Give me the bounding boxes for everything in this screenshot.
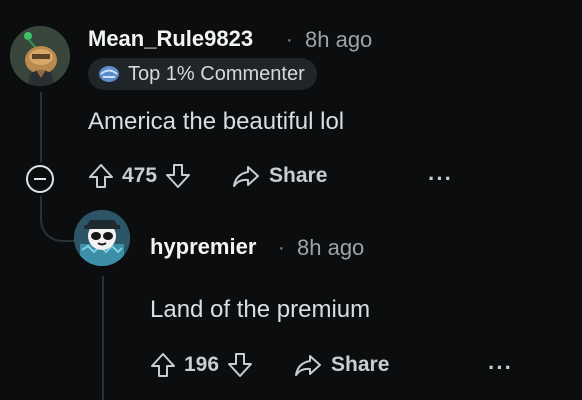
- commenter-badge-icon: [99, 66, 119, 82]
- reply-actions: 196 Share: [150, 351, 389, 379]
- avatar[interactable]: [74, 210, 130, 266]
- more-options-button[interactable]: ···: [428, 166, 453, 192]
- collapse-thread-button[interactable]: [26, 165, 54, 193]
- downvote-icon[interactable]: [227, 351, 253, 379]
- reply-thread-line: [102, 276, 104, 400]
- more-options-button[interactable]: ···: [488, 355, 513, 381]
- share-button[interactable]: Share: [293, 352, 389, 378]
- upvote-icon[interactable]: [150, 351, 176, 379]
- comment-text: America the beautiful lol: [88, 108, 345, 135]
- vote-count: 196: [184, 353, 220, 376]
- reply-timestamp: 8h ago: [297, 235, 365, 260]
- badge-label: Top 1% Commenter: [128, 62, 305, 85]
- commenter-badge[interactable]: Top 1% Commenter: [88, 58, 317, 90]
- snoo-avatar-icon: [10, 26, 70, 86]
- share-button[interactable]: Share: [231, 163, 327, 189]
- share-arrow-icon: [233, 166, 260, 187]
- reply-author[interactable]: hypremier: [150, 234, 256, 260]
- share-label: Share: [269, 164, 328, 187]
- upvote-icon[interactable]: [88, 162, 114, 190]
- downvote-icon[interactable]: [165, 162, 191, 190]
- comment-author[interactable]: Mean_Rule9823: [88, 26, 253, 52]
- separator-dot: ·: [278, 237, 285, 259]
- share-arrow-icon: [295, 355, 322, 376]
- separator-dot: ·: [286, 29, 293, 51]
- comment-timestamp: 8h ago: [305, 27, 373, 52]
- reply-connector: [40, 196, 76, 242]
- share-label: Share: [331, 353, 390, 376]
- comment-actions: 475 Share: [88, 162, 327, 190]
- vote-count: 475: [122, 164, 158, 187]
- minus-icon: [34, 178, 46, 180]
- avatar[interactable]: [10, 26, 70, 86]
- thread-line: [40, 92, 42, 162]
- reply-text: Land of the premium: [150, 296, 371, 323]
- snoo-avatar-icon: [74, 210, 130, 266]
